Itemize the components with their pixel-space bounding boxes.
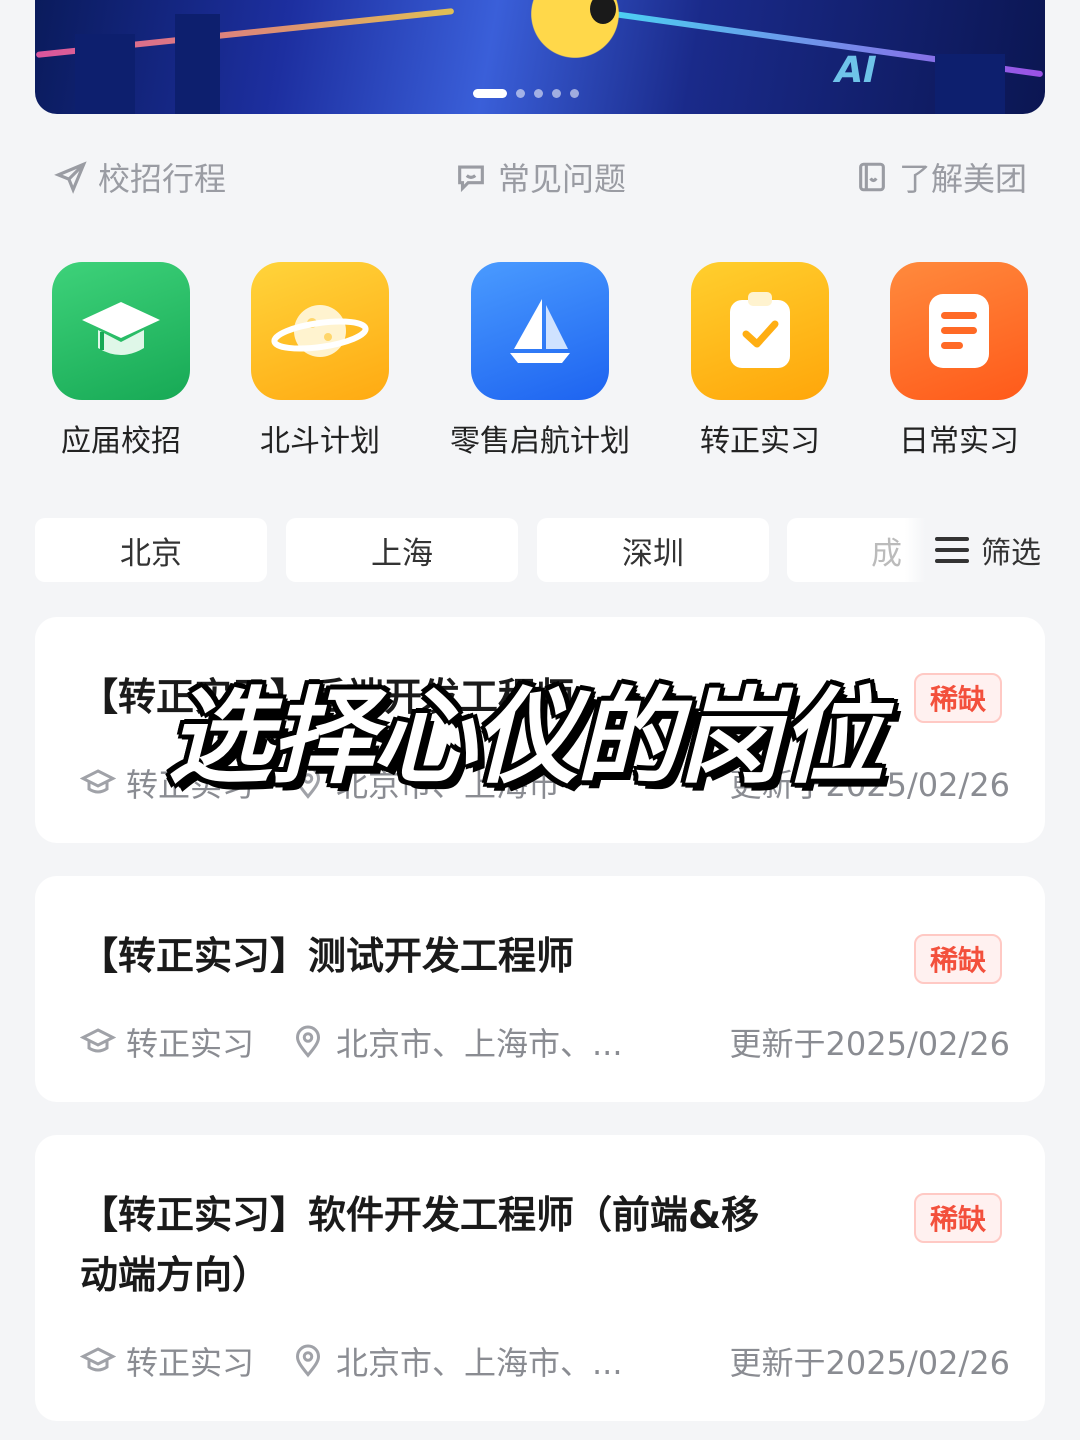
job-card[interactable]: 【转正实习】测试开发工程师 稀缺 转正实习 北京市、上海市、... 更新于202… — [35, 876, 1045, 1102]
graduation-cap-icon — [80, 769, 116, 794]
book-icon — [859, 162, 885, 192]
pagination-dot-active[interactable] — [473, 89, 507, 98]
quick-links-bar: 校招行程 常见问题 了解美团 — [0, 148, 1080, 204]
quick-link-campus-schedule[interactable]: 校招行程 — [54, 154, 226, 200]
category-tile[interactable] — [691, 262, 829, 400]
job-location: 北京市、上海市、... — [290, 1019, 710, 1065]
category-beidou-plan[interactable]: 北斗计划 — [251, 262, 389, 460]
filter-label: 筛选 — [981, 536, 1041, 571]
pagination-dot[interactable] — [570, 89, 579, 98]
category-label: 零售启航计划 — [450, 424, 630, 459]
banner-building — [75, 34, 135, 114]
quick-link-label: 了解美团 — [899, 160, 1028, 198]
category-tile[interactable] — [471, 262, 609, 400]
banner-mascot — [505, 0, 645, 80]
category-conversion-internship[interactable]: 转正实习 — [691, 262, 829, 460]
job-location-label: 北京市、上海市、... — [336, 1344, 623, 1382]
category-label: 应届校招 — [61, 424, 181, 459]
job-meta: 转正实习 北京市、上海市、... 更新于2025/02/26 — [80, 1020, 1010, 1064]
category-label: 北斗计划 — [260, 424, 380, 459]
document-icon — [929, 294, 989, 368]
job-updated-date: 更新于2025/02/26 — [729, 1025, 1010, 1063]
graduation-cap-icon — [80, 1347, 116, 1372]
graduation-cap-icon — [82, 302, 160, 355]
category-label: 日常实习 — [899, 424, 1019, 459]
job-type-label: 转正实习 — [126, 1025, 255, 1063]
banner-building — [935, 54, 1005, 114]
location-pin-icon — [295, 1025, 321, 1058]
job-type: 转正实习 — [80, 1338, 290, 1384]
category-retail-launch-plan[interactable]: 零售启航计划 — [450, 262, 630, 460]
job-meta: 转正实习 北京市、上海市、... 更新于2025/02/26 — [80, 1339, 1010, 1383]
scarce-badge: 稀缺 — [914, 934, 1002, 984]
location-pin-icon — [295, 1344, 321, 1377]
job-updated-date: 更新于2025/02/26 — [729, 1344, 1010, 1382]
tabs-fade — [905, 518, 925, 582]
job-title: 【转正实习】测试开发工程师 — [80, 934, 575, 978]
job-type: 转正实习 — [80, 1019, 290, 1065]
job-location: 北京市、上海市、... — [290, 1338, 710, 1384]
category-graduate-recruitment[interactable]: 应届校招 — [52, 262, 190, 460]
quick-link-faq[interactable]: 常见问题 — [454, 154, 626, 200]
banner-building — [175, 14, 220, 114]
filter-button[interactable]: 筛选 — [925, 518, 1080, 582]
banner-ai-graphic: AI — [830, 50, 881, 91]
job-title: 【转正实习】软件开发工程师（前端&移动端方向） — [80, 1193, 760, 1297]
category-grid: 应届校招 北斗计划 零售启航计划 转正实习 日常实习 — [0, 262, 1080, 462]
menu-icon — [935, 537, 969, 563]
quick-link-label: 校招行程 — [98, 160, 227, 198]
chat-icon — [458, 165, 484, 193]
pagination-dot[interactable] — [534, 89, 543, 98]
category-tile[interactable] — [52, 262, 190, 400]
city-tab-shanghai[interactable]: 上海 — [286, 518, 518, 582]
job-location-label: 北京市、上海市、... — [336, 1025, 623, 1063]
planet-icon — [271, 305, 369, 357]
scarce-badge: 稀缺 — [914, 1193, 1002, 1243]
category-daily-internship[interactable]: 日常实习 — [890, 262, 1028, 460]
category-tile[interactable] — [890, 262, 1028, 400]
city-tab-shenzhen[interactable]: 深圳 — [537, 518, 769, 582]
pagination-dot[interactable] — [516, 89, 525, 98]
quick-link-about-meituan[interactable]: 了解美团 — [855, 154, 1027, 200]
send-icon — [54, 161, 87, 194]
pagination-dot[interactable] — [552, 89, 561, 98]
category-tile[interactable] — [251, 262, 389, 400]
overlay-caption: 选择心仪的岗位 — [168, 676, 884, 798]
banner-pagination[interactable] — [473, 89, 579, 98]
quick-link-label: 常见问题 — [498, 160, 627, 198]
clipboard-check-icon — [730, 292, 790, 368]
graduation-cap-icon — [80, 1028, 116, 1053]
category-label: 转正实习 — [700, 424, 820, 459]
job-type-label: 转正实习 — [126, 1344, 255, 1382]
job-card[interactable]: 【转正实习】软件开发工程师（前端&移动端方向） 稀缺 转正实习 北京市、上海市、… — [35, 1135, 1045, 1421]
sailboat-icon — [510, 299, 570, 363]
city-tab-beijing[interactable]: 北京 — [35, 518, 267, 582]
city-filter-tabs: 北京 上海 深圳 成 筛选 — [0, 518, 1080, 582]
